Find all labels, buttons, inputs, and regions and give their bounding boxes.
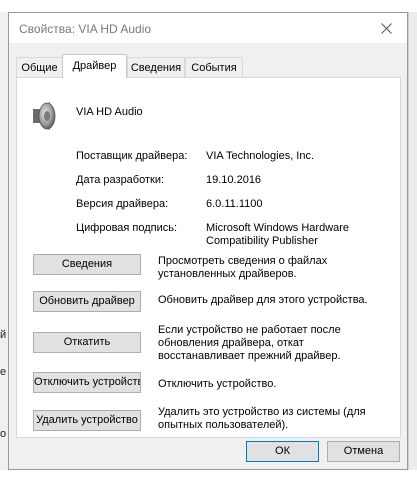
tab-driver[interactable]: Драйвер	[62, 54, 127, 78]
tab-events[interactable]: События	[185, 57, 243, 77]
cancel-button[interactable]: Отмена	[327, 441, 400, 462]
background-text-fragment: о	[0, 428, 7, 440]
uninstall-device-description: Удалить это устройство из системы (для о…	[158, 406, 388, 432]
driver-date-value: 19.10.2016	[206, 174, 262, 186]
properties-dialog: Свойства: VIA HD Audio Общие Драйвер Све…	[8, 12, 408, 470]
title-bar[interactable]: Свойства: VIA HD Audio	[9, 13, 407, 43]
roll-back-driver-description: Если устройство не работает после обновл…	[158, 324, 388, 363]
driver-date-label: Дата разработки:	[76, 174, 165, 186]
description-line: Удалить это устройство из системы (для	[158, 406, 366, 418]
device-name: VIA HD Audio	[76, 106, 143, 118]
uninstall-device-button[interactable]: Удалить устройство	[33, 410, 141, 431]
description-line: опытных пользователей).	[158, 419, 289, 431]
driver-version-label: Версия драйвера:	[76, 198, 169, 210]
update-driver-description: Обновить драйвер для этого устройства.	[158, 294, 388, 307]
digital-signer-line: Microsoft Windows Hardware	[206, 222, 350, 234]
digital-signer-value: Microsoft Windows Hardware Compatibility…	[206, 222, 349, 248]
disable-device-button[interactable]: Отключить устройство	[33, 372, 141, 393]
tab-general[interactable]: Общие	[16, 57, 63, 77]
description-line: восстанавливает прежний драйвер.	[158, 350, 341, 362]
description-line: обновления драйвера, откат	[158, 337, 304, 349]
description-line: Если устройство не работает после	[158, 324, 341, 336]
background-text-fragment: е	[0, 366, 7, 378]
digital-signer-line: Compatibility Publisher	[206, 235, 318, 247]
speaker-icon	[33, 102, 56, 130]
ok-button[interactable]: ОК	[246, 441, 319, 462]
close-icon	[381, 23, 392, 34]
description-line: Просмотреть сведения о файлах	[158, 255, 328, 267]
close-button[interactable]	[367, 13, 407, 43]
background-text-fragment: й	[0, 329, 7, 341]
driver-provider-label: Поставщик драйвера:	[76, 150, 188, 162]
update-driver-button[interactable]: Обновить драйвер	[33, 291, 141, 312]
description-line: установленных драйверов.	[158, 268, 297, 280]
tab-details[interactable]: Сведения	[127, 57, 185, 77]
background-window-right	[408, 12, 417, 470]
digital-signer-label: Цифровая подпись:	[76, 222, 178, 234]
driver-version-value: 6.0.11.1100	[206, 198, 263, 210]
description-line: Отключить устройство.	[158, 378, 277, 390]
disable-device-description: Отключить устройство.	[158, 378, 388, 391]
driver-tab-panel: VIA HD Audio Поставщик драйвера: VIA Tec…	[16, 77, 401, 438]
description-line: Обновить драйвер для этого устройства.	[158, 294, 368, 306]
roll-back-driver-button[interactable]: Откатить	[33, 332, 141, 353]
window-title: Свойства: VIA HD Audio	[19, 22, 152, 36]
driver-details-description: Просмотреть сведения о файлах установлен…	[158, 255, 388, 281]
driver-details-button[interactable]: Сведения	[33, 254, 141, 275]
driver-provider-value: VIA Technologies, Inc.	[206, 150, 315, 162]
